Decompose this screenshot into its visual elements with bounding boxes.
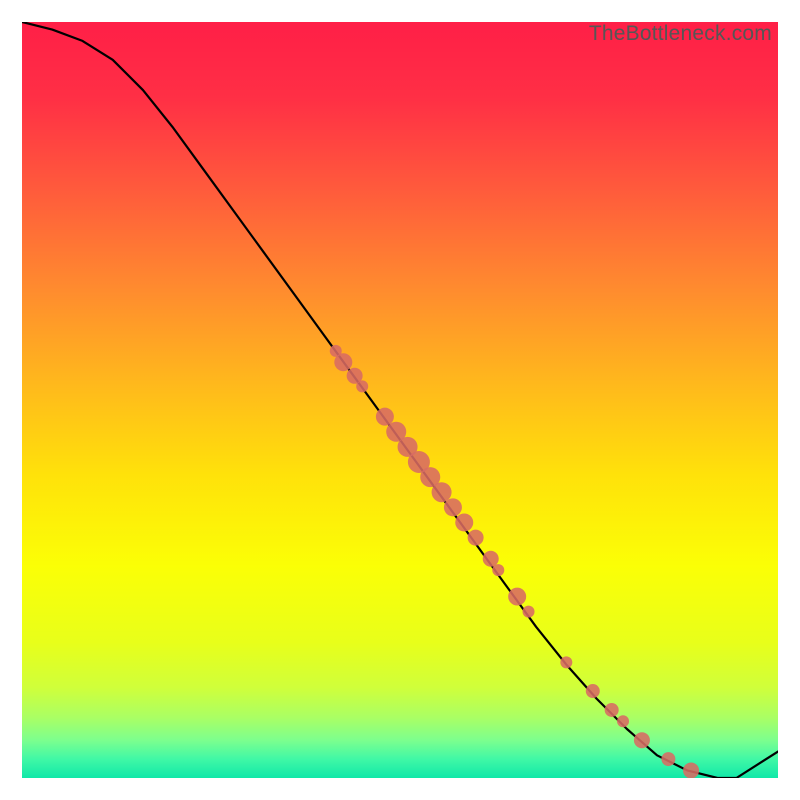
scatter-point [444,498,462,516]
scatter-points [330,345,699,778]
scatter-point [617,715,629,727]
watermark-label: TheBottleneck.com [589,22,772,46]
scatter-point [483,551,499,567]
scatter-point [376,408,394,426]
bottleneck-curve [22,22,778,778]
chart-container: TheBottleneck.com [0,0,800,800]
scatter-point [468,530,484,546]
plot-area: TheBottleneck.com [22,22,778,778]
scatter-point [508,588,526,606]
scatter-point [605,703,619,717]
scatter-point [334,353,352,371]
scatter-point [683,762,699,778]
scatter-point [586,684,600,698]
scatter-point [455,513,473,531]
scatter-point [432,482,452,502]
scatter-point [560,656,572,668]
scatter-point [492,564,504,576]
scatter-point [634,732,650,748]
scatter-point [523,606,535,618]
scatter-point [356,380,368,392]
curve-layer [22,22,778,778]
scatter-point [661,752,675,766]
